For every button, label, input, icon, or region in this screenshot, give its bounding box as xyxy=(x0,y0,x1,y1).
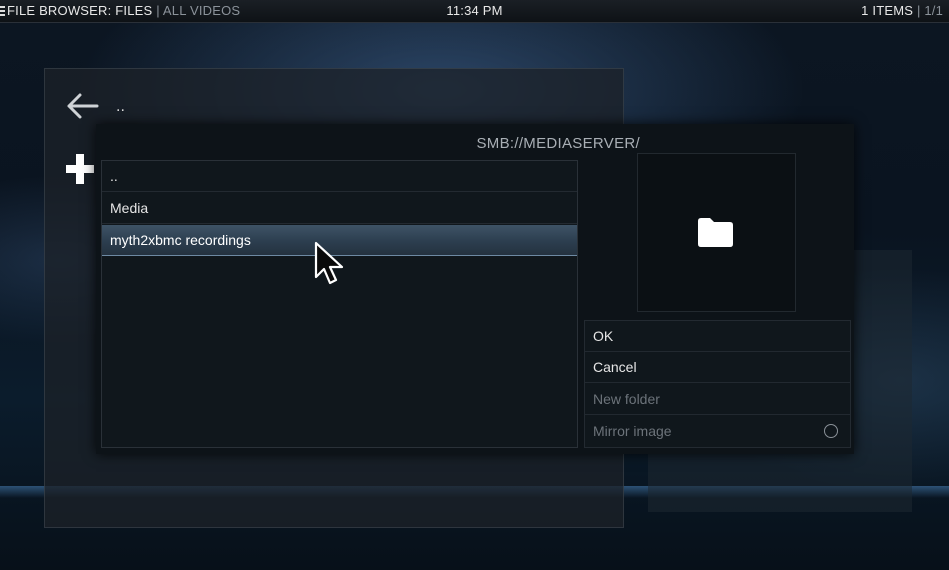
top-bar: FILE BROWSER: FILES | ALL VIDEOS 11:34 P… xyxy=(0,0,949,23)
window-title: FILE BROWSER: FILES xyxy=(7,3,153,18)
mirror-image-toggle[interactable]: Mirror image xyxy=(585,416,850,447)
radio-icon[interactable] xyxy=(824,424,838,438)
parent-folder-label[interactable]: .. xyxy=(116,98,125,116)
page-indicator: 1/1 xyxy=(924,3,943,18)
mouse-cursor-icon xyxy=(314,241,344,285)
new-folder-button[interactable]: New folder xyxy=(585,384,850,415)
dialog-path: SMB://MEDIASERVER/ xyxy=(476,135,640,152)
breadcrumb: FILE BROWSER: FILES | ALL VIDEOS xyxy=(0,0,240,22)
dialog-buttons: OK Cancel New folder Mirror image xyxy=(584,320,851,448)
plus-icon[interactable] xyxy=(65,152,95,186)
folder-icon xyxy=(698,218,733,247)
item-count: 1 ITEMS | 1/1 xyxy=(861,0,943,22)
list-item[interactable]: Media xyxy=(102,193,577,224)
breadcrumb-section: ALL VIDEOS xyxy=(162,3,241,18)
ok-button[interactable]: OK xyxy=(585,321,850,352)
back-arrow-icon[interactable] xyxy=(66,92,100,120)
count-separator: | xyxy=(916,3,921,18)
folder-list: .. Media myth2xbmc recordings xyxy=(101,160,578,448)
list-item[interactable]: .. xyxy=(102,161,577,192)
mirror-image-label: Mirror image xyxy=(593,423,672,439)
breadcrumb-separator: | xyxy=(156,3,160,18)
cancel-button[interactable]: Cancel xyxy=(585,352,850,383)
menu-icon[interactable] xyxy=(0,6,5,16)
items-count-label: 1 ITEMS xyxy=(861,3,914,18)
